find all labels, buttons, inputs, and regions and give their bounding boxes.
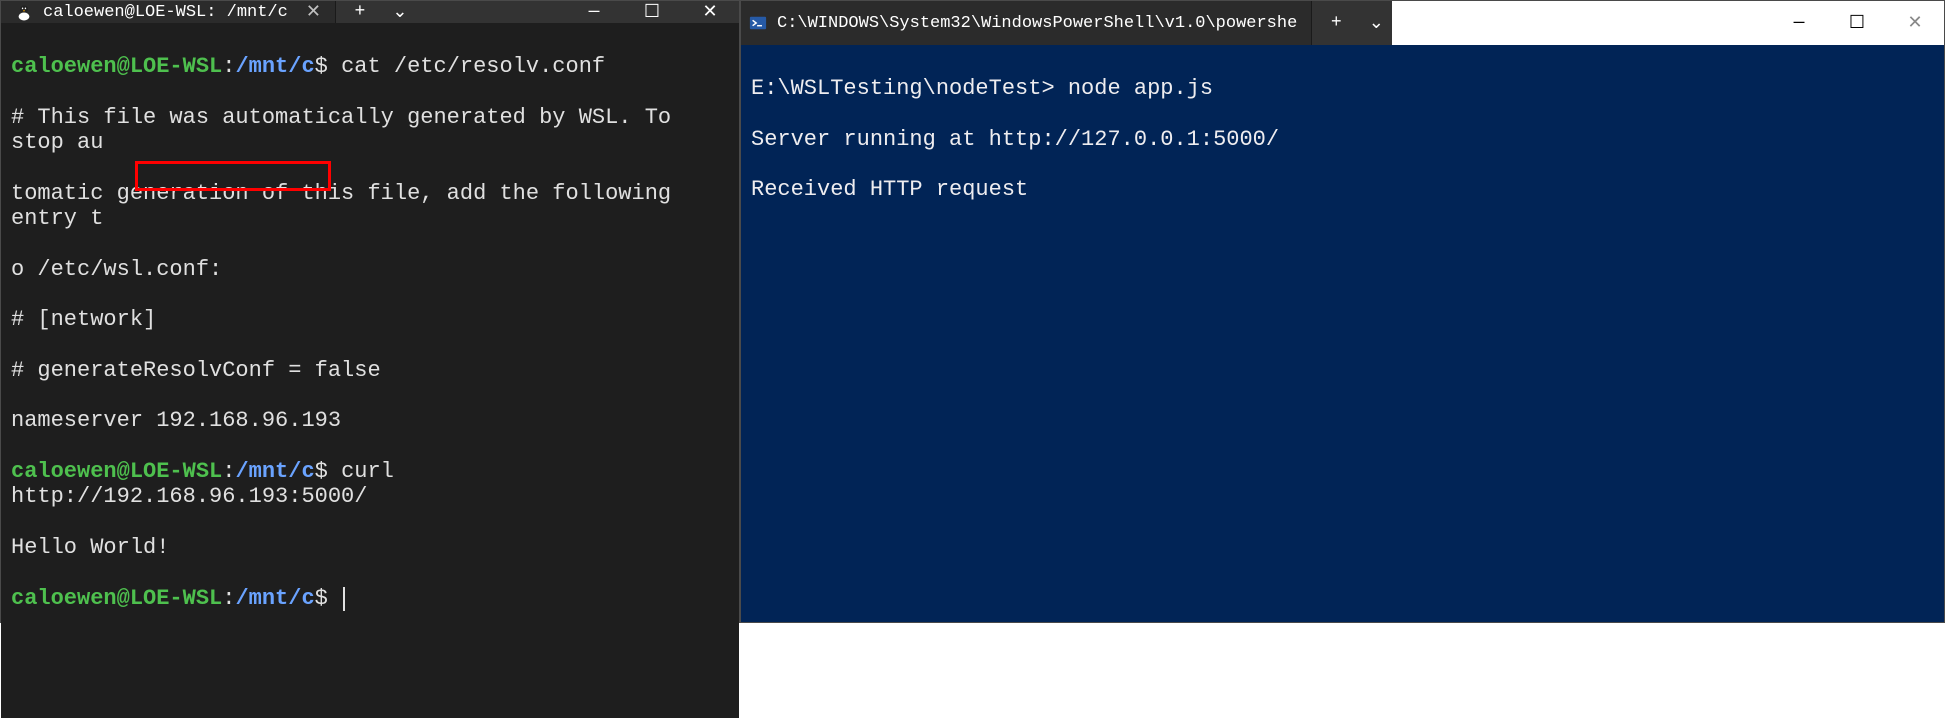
tux-icon [15, 3, 33, 21]
powershell-icon [749, 14, 767, 32]
wsl-terminal-body[interactable]: caloewen@LOE-WSL:/mnt/c$ cat /etc/resolv… [1, 23, 739, 718]
output-comment-4: # [network] [11, 307, 729, 332]
wsl-terminal-window: caloewen@LOE-WSL: /mnt/c ✕ + ⌄ — ☐ ✕ cal… [0, 0, 740, 623]
maximize-button[interactable]: ☐ [1828, 1, 1886, 45]
minimize-button[interactable]: — [565, 1, 623, 23]
new-tab-button[interactable]: + [336, 1, 384, 23]
output-comment-2: tomatic generation of this file, add the… [11, 181, 729, 232]
ps-output-2: Received HTTP request [751, 177, 1934, 202]
output-comment-3: o /etc/wsl.conf: [11, 257, 729, 282]
maximize-button[interactable]: ☐ [623, 1, 681, 23]
tab-dropdown[interactable]: ⌄ [384, 1, 416, 23]
close-window-button[interactable]: ✕ [1886, 1, 1944, 45]
wsl-tab[interactable]: caloewen@LOE-WSL: /mnt/c ✕ [1, 1, 336, 23]
output-comment-1: # This file was automatically generated … [11, 105, 729, 156]
cmd-cat: cat /etc/resolv.conf [328, 54, 605, 79]
ps-titlebar[interactable]: C:\WINDOWS\System32\WindowsPowerShell\v1… [741, 1, 1944, 45]
ps-prompt: E:\WSLTesting\nodeTest> [751, 76, 1055, 101]
prompt-host: LOE-WSL [130, 54, 222, 79]
ps-terminal-body[interactable]: E:\WSLTesting\nodeTest> node app.js Serv… [741, 45, 1944, 622]
ps-tab-title: C:\WINDOWS\System32\WindowsPowerShell\v1… [777, 14, 1297, 33]
tab-dropdown[interactable]: ⌄ [1360, 1, 1392, 45]
prompt-path: /mnt/c [235, 54, 314, 79]
prompt-user: caloewen [11, 54, 117, 79]
output-comment-5: # generateResolvConf = false [11, 358, 729, 383]
minimize-button[interactable]: — [1770, 1, 1828, 45]
output-hello: Hello World! [11, 535, 729, 560]
close-window-button[interactable]: ✕ [681, 1, 739, 23]
wsl-titlebar[interactable]: caloewen@LOE-WSL: /mnt/c ✕ + ⌄ — ☐ ✕ [1, 1, 739, 23]
titlebar-drag-area[interactable] [416, 1, 565, 23]
new-tab-button[interactable]: + [1312, 1, 1360, 45]
ps-cmd: node app.js [1055, 76, 1213, 101]
powershell-terminal-window: C:\WINDOWS\System32\WindowsPowerShell\v1… [740, 0, 1945, 623]
wsl-tab-close[interactable]: ✕ [306, 1, 321, 23]
ps-output-1: Server running at http://127.0.0.1:5000/ [751, 127, 1934, 152]
ps-tab[interactable]: C:\WINDOWS\System32\WindowsPowerShell\v1… [741, 1, 1312, 45]
ip-highlight-box [135, 161, 331, 191]
output-nameserver: nameserver 192.168.96.193 [11, 408, 729, 433]
cursor [343, 587, 345, 611]
titlebar-drag-area[interactable] [1392, 1, 1770, 45]
wsl-tab-title: caloewen@LOE-WSL: /mnt/c [43, 3, 288, 22]
